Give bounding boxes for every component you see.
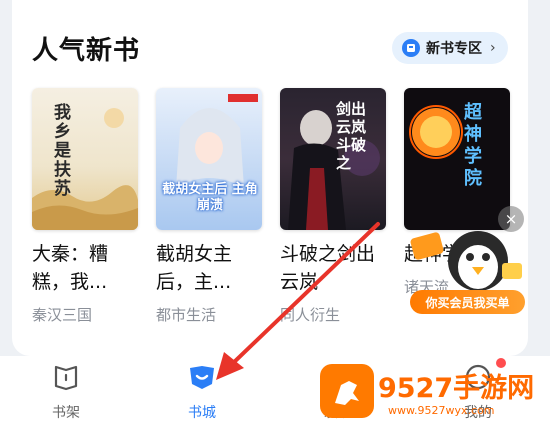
section-title: 人气新书 <box>32 36 141 66</box>
book-title[interactable]: 斗破之剑出云岚 <box>280 240 380 296</box>
tab-bookshelf[interactable]: 书架 <box>26 362 106 422</box>
book-cover[interactable]: 截胡女主后 主角崩溃 <box>156 88 262 230</box>
cover-title-text: 截胡女主后 主角崩溃 <box>162 182 258 213</box>
book-cover[interactable]: 剑出云岚 斗破之 <box>280 88 386 230</box>
tab-label: 书城 <box>188 405 216 421</box>
book-item[interactable]: 截胡女主后 主角崩溃 截胡女主后，主... 都市生活 <box>156 88 266 325</box>
cover-title-text: 我乡是扶苏 <box>54 103 71 199</box>
promo-close-button[interactable]: × <box>498 206 524 232</box>
book-genre: 秦汉三国 <box>32 306 93 324</box>
site-watermark: 9527手游网 www.9527wyx.com <box>316 364 546 424</box>
new-book-zone-label: 新书专区 <box>426 41 482 57</box>
book-item[interactable]: 剑出云岚 斗破之 斗破之剑出云岚 同人衍生 <box>280 88 390 325</box>
watermark-url: www.9527wyx.com <box>388 404 495 417</box>
book-genre: 都市生活 <box>156 306 217 324</box>
book-cover[interactable]: 我乡是扶苏 <box>32 88 138 230</box>
book-zone-icon <box>402 39 420 57</box>
book-title[interactable]: 截胡女主后，主... <box>156 240 256 296</box>
cover-title-text: 剑出云岚 斗破之 <box>336 100 367 172</box>
book-item[interactable]: 我乡是扶苏 大秦：糟糕，我... 秦汉三国 <box>32 88 142 325</box>
new-book-zone-button[interactable]: 新书专区 › <box>392 32 508 64</box>
bookshelf-icon <box>51 362 81 396</box>
bookstore-icon <box>186 362 218 396</box>
tab-label: 书架 <box>52 405 80 421</box>
book-title[interactable]: 大秦：糟糕，我... <box>32 240 132 296</box>
watermark-logo-icon <box>320 364 374 418</box>
chevron-right-icon: › <box>490 40 496 56</box>
promo-banner-text[interactable]: 你买会员我买单 <box>410 290 525 314</box>
watermark-brand: 9527手游网 <box>378 373 535 404</box>
tab-bookstore[interactable]: 书城 <box>162 362 242 422</box>
book-genre: 同人衍生 <box>280 306 341 324</box>
cover-title-text: 超神学院 <box>464 102 482 189</box>
